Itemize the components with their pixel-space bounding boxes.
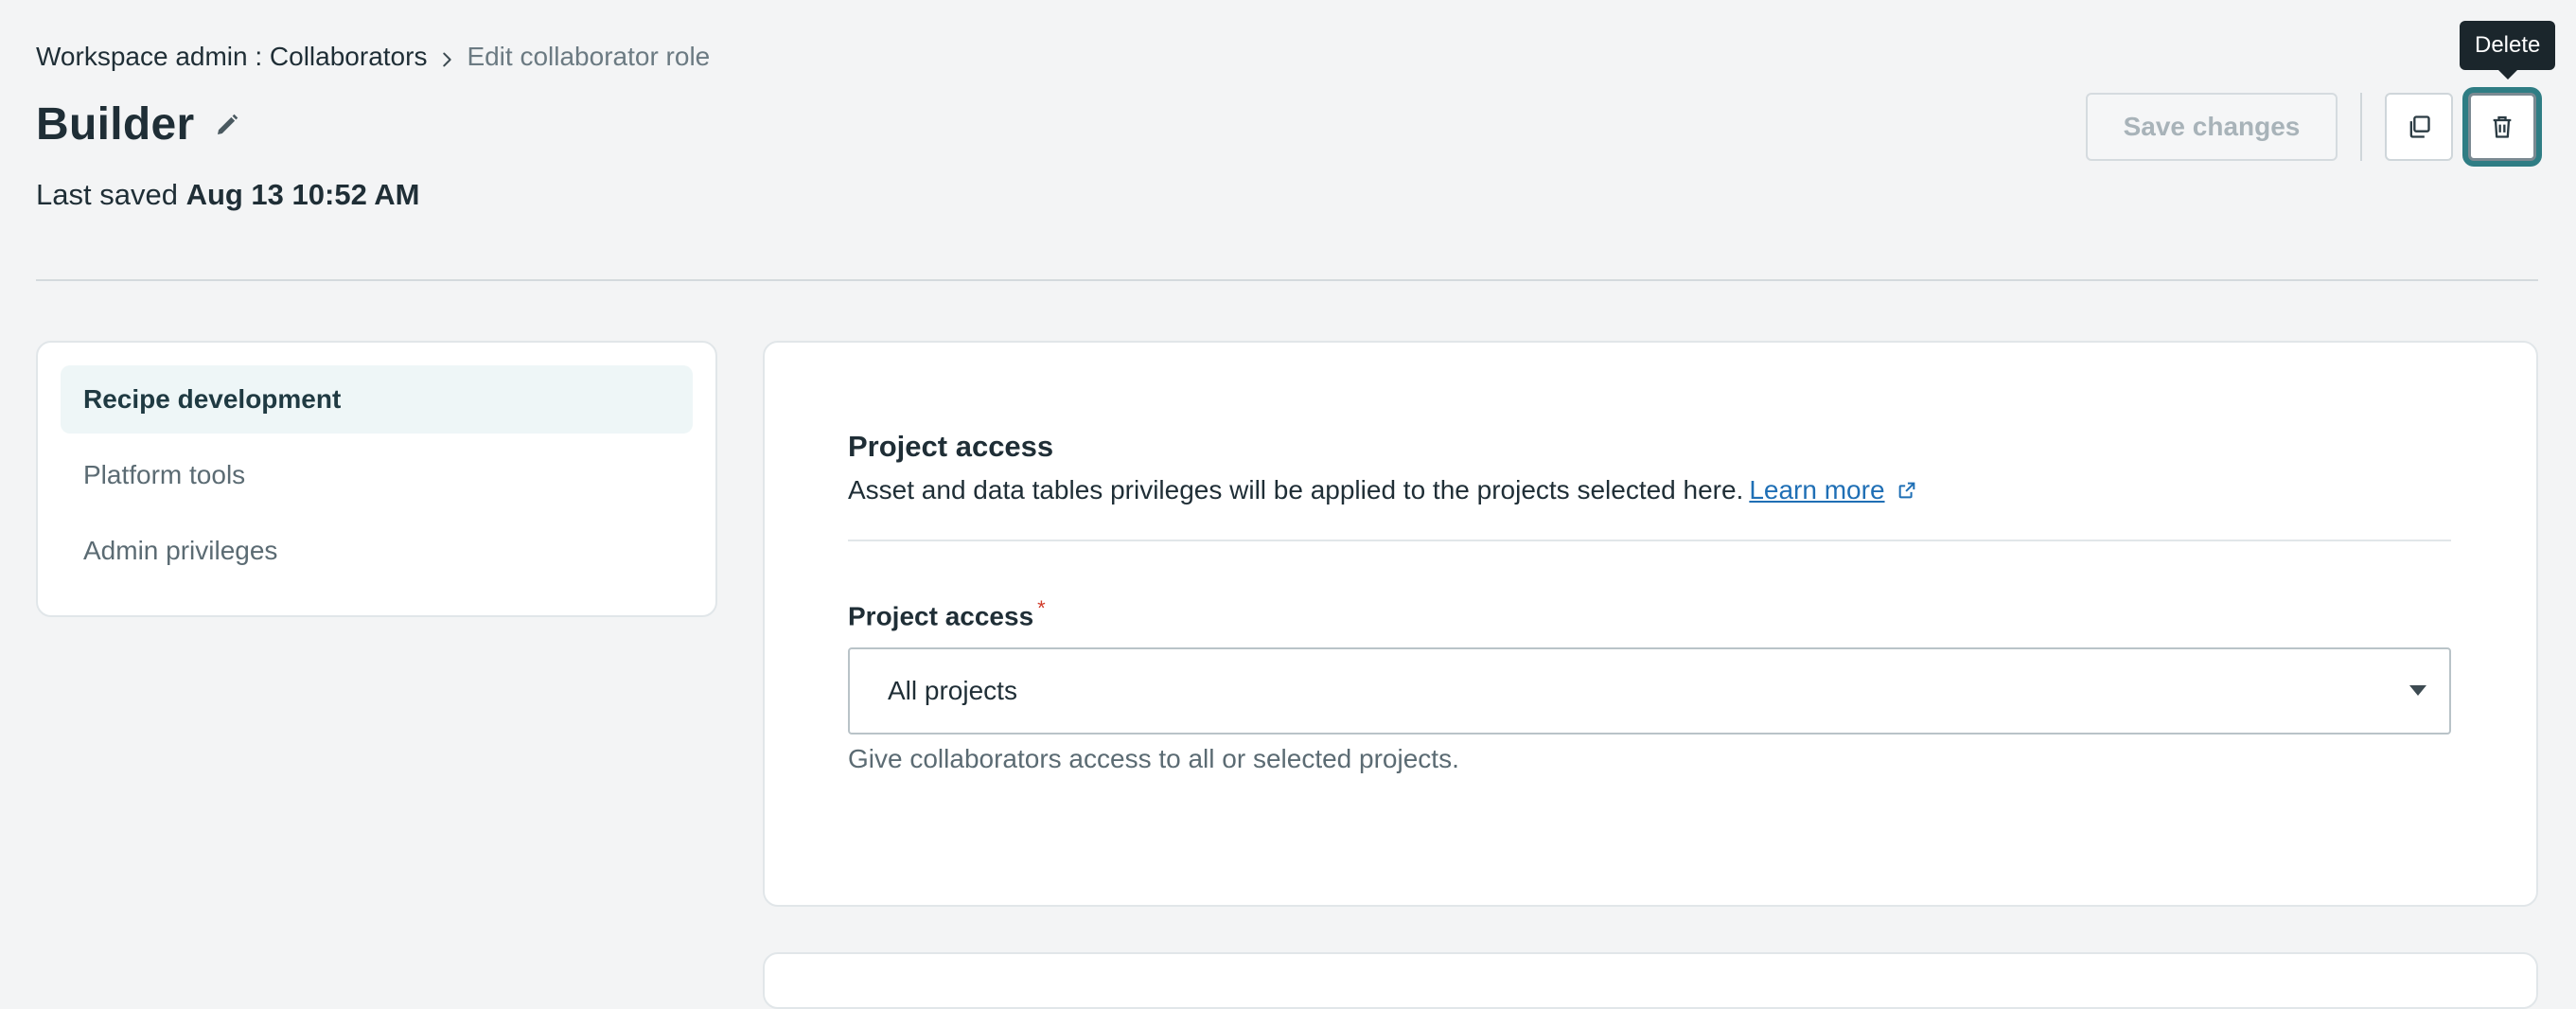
chevron-right-icon <box>436 46 457 67</box>
sidebar-nav: Recipe development Platform tools Admin … <box>36 341 717 617</box>
field-help-text: Give collaborators access to all or sele… <box>848 744 1459 773</box>
copy-icon <box>2409 115 2430 138</box>
last-saved-label: Last saved <box>36 178 178 211</box>
section-description: Asset and data tables privileges will be… <box>848 475 1917 505</box>
sidebar-item-recipe-development[interactable]: Recipe development <box>61 365 693 434</box>
external-link-icon <box>1897 480 1917 501</box>
delete-button[interactable] <box>2468 93 2536 161</box>
header-divider <box>36 279 2538 281</box>
breadcrumb-parent-link[interactable]: Workspace admin : Collaborators <box>36 42 427 72</box>
section-title: Project access <box>848 430 1054 463</box>
duplicate-button[interactable] <box>2385 93 2453 161</box>
last-saved-timestamp: Aug 13 10:52 AM <box>185 178 420 211</box>
page-title-row: Builder <box>36 98 241 150</box>
toolbar-divider <box>2360 93 2362 161</box>
breadcrumb: Workspace admin : Collaborators Edit col… <box>36 42 710 72</box>
delete-tooltip: Delete <box>2460 21 2556 80</box>
field-label-text: Project access <box>848 601 1034 631</box>
page-title: Builder <box>36 99 195 150</box>
project-access-select[interactable]: All projects <box>848 647 2451 735</box>
select-value: All projects <box>888 676 1017 705</box>
sidebar-item-platform-tools[interactable]: Platform tools <box>61 441 693 509</box>
learn-more-link[interactable]: Learn more <box>1749 475 1884 505</box>
project-access-card: Project access Asset and data tables pri… <box>763 341 2538 907</box>
trash-icon <box>2493 115 2512 138</box>
description-text: Asset and data tables privileges will be… <box>848 475 1744 504</box>
save-changes-button[interactable]: Save changes <box>2086 93 2338 161</box>
last-saved: Last saved Aug 13 10:52 AM <box>36 178 420 212</box>
project-access-field-label: Project access * <box>848 596 1046 631</box>
caret-down-icon <box>2409 685 2426 696</box>
pencil-icon[interactable] <box>213 111 241 139</box>
section-divider <box>848 540 2451 541</box>
sidebar-item-admin-privileges[interactable]: Admin privileges <box>61 517 693 585</box>
breadcrumb-current: Edit collaborator role <box>467 42 711 71</box>
next-section-card <box>763 952 2538 1009</box>
required-indicator: * <box>1037 596 1046 620</box>
